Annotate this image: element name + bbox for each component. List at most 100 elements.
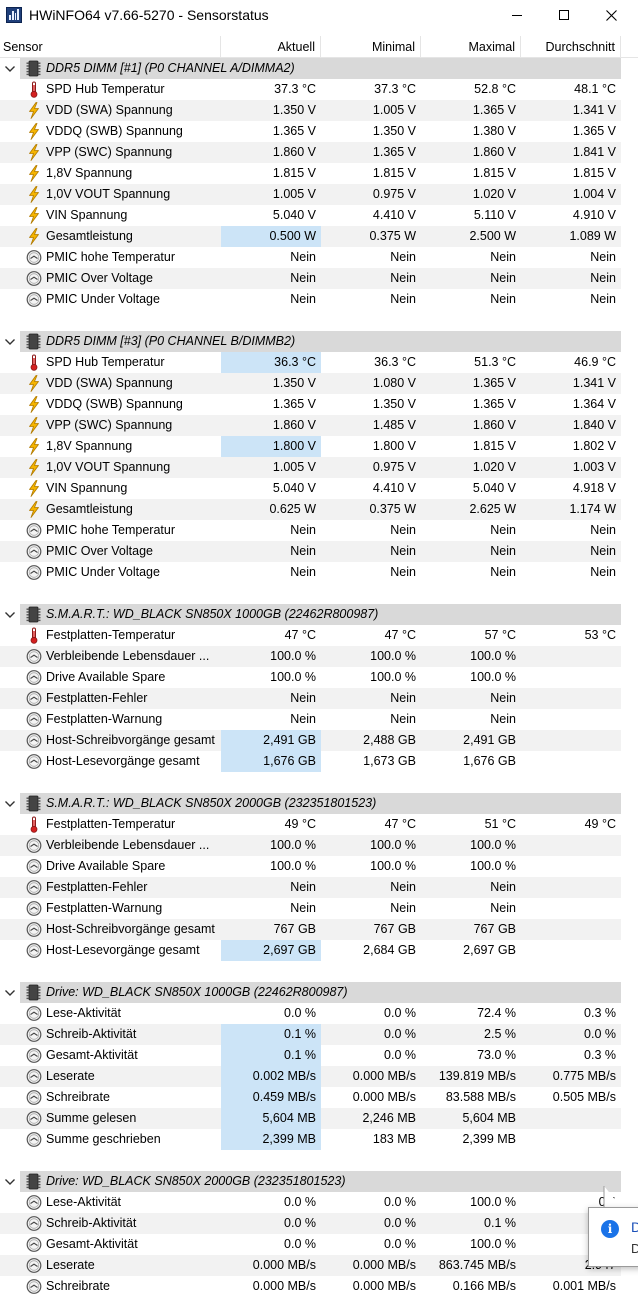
table-row[interactable]: VDD (SWA) Spannung 1.350 V 1.005 V 1.365 V 1… (0, 100, 638, 121)
sensor-name: 1,8V Spannung (46, 439, 133, 453)
table-row[interactable]: Schreibrate 0.459 MB/s 0.000 MB/s 83.588 MB… (0, 1087, 638, 1108)
table-row[interactable]: PMIC hohe Temperatur Nein Nein Nein Nein (0, 247, 638, 268)
current-value: 36.3 °C (221, 352, 321, 373)
memory-chip-icon (26, 984, 41, 1001)
maximize-button[interactable] (541, 0, 587, 30)
table-row[interactable]: Summe geschrieben 2,399 MB 183 MB 2,399 MB (0, 1129, 638, 1150)
sensor-name: VPP (SWC) Spannung (46, 418, 173, 432)
table-row[interactable]: Schreib-Aktivität 0.1 % 0.0 % 2.5 % 0.0 % (0, 1024, 638, 1045)
title-bar[interactable]: HWiNFO64 v7.66-5270 - Sensorstatus (0, 0, 638, 30)
table-row[interactable]: VIN Spannung 5.040 V 4.410 V 5.110 V 4.910 V (0, 205, 638, 226)
table-row[interactable]: Schreibrate 0.000 MB/s 0.000 MB/s 0.166 MB/… (0, 1276, 638, 1297)
table-row[interactable]: Festplatten-Warnung Nein Nein Nein (0, 898, 638, 919)
memory-chip-icon (26, 60, 41, 77)
min-value: Nein (390, 523, 416, 537)
sensor-group-header[interactable]: S.M.A.R.T.: WD_BLACK SN850X 1000GB (2246… (0, 604, 638, 625)
chevron-down-icon[interactable] (4, 799, 16, 809)
avg-value: 1.815 V (572, 166, 616, 180)
avg-value: Nein (590, 565, 616, 579)
min-value: 0.0 % (384, 1237, 416, 1251)
sensor-group-header[interactable]: S.M.A.R.T.: WD_BLACK SN850X 2000GB (2323… (0, 793, 638, 814)
table-row[interactable]: Verbleibende Lebensdauer ... 100.0 % 100.0… (0, 646, 638, 667)
table-row[interactable]: Host-Lesevorgänge gesamt 1,676 GB 1,673 GB… (0, 751, 638, 772)
table-row[interactable]: Gesamtleistung 0.625 W 0.375 W 2.625 W 1.174… (0, 499, 638, 520)
table-row[interactable]: Host-Schreibvorgänge gesamt 2,491 GB 2,488… (0, 730, 638, 751)
chevron-down-icon[interactable] (4, 64, 16, 74)
table-row[interactable]: PMIC Under Voltage Nein Nein Nein Nein (0, 289, 638, 310)
column-header-sensor[interactable]: Sensor (0, 36, 221, 58)
column-header-avg[interactable]: Durchschnitt (521, 36, 621, 58)
table-row[interactable]: Gesamtleistung 0.500 W 0.375 W 2.500 W 1.089… (0, 226, 638, 247)
table-row[interactable]: VPP (SWC) Spannung 1.860 V 1.365 V 1.860 V 1… (0, 142, 638, 163)
minimize-button[interactable] (494, 0, 540, 30)
table-row[interactable]: Festplatten-Warnung Nein Nein Nein (0, 709, 638, 730)
column-header-min[interactable]: Minimal (321, 36, 421, 58)
lightning-icon (29, 438, 39, 455)
max-value: 139.819 MB/s (438, 1069, 516, 1083)
max-value: 1.365 V (472, 103, 516, 117)
sensor-name: Schreibrate (46, 1279, 110, 1293)
table-row[interactable]: 1,8V Spannung 1.800 V 1.800 V 1.815 V 1.802 … (0, 436, 638, 457)
vertical-scrollbar[interactable] (621, 58, 638, 1300)
table-row[interactable]: SPD Hub Temperatur 37.3 °C 37.3 °C 52.8 °C 4… (0, 79, 638, 100)
close-button[interactable] (588, 0, 634, 30)
lightning-icon (29, 123, 39, 140)
chevron-down-icon[interactable] (4, 610, 16, 620)
gauge-icon (26, 880, 42, 895)
min-value: 4.410 V (372, 481, 416, 495)
table-row[interactable]: Leserate 0.002 MB/s 0.000 MB/s 139.819 MB/s… (0, 1066, 638, 1087)
min-value: 0.975 V (372, 460, 416, 474)
sensor-group-header[interactable]: Drive: WD_BLACK SN850X 1000GB (22462R800… (0, 982, 638, 1003)
chevron-down-icon[interactable] (4, 1177, 16, 1187)
avg-value: 49 °C (584, 817, 616, 831)
lightning-icon (29, 186, 39, 203)
gauge-icon (26, 1069, 42, 1084)
table-row[interactable]: Festplatten-Temperatur 47 °C 47 °C 57 °C 53 … (0, 625, 638, 646)
table-row[interactable]: Gesamt-Aktivität 0.1 % 0.0 % 73.0 % 0.3 % (0, 1045, 638, 1066)
table-row[interactable]: Festplatten-Temperatur 49 °C 47 °C 51 °C 49 … (0, 814, 638, 835)
table-row[interactable]: Schreib-Aktivität0.0 %0.0 %0.1 %0 (0, 1213, 638, 1234)
table-row[interactable]: Verbleibende Lebensdauer ... 100.0 % 100.0… (0, 835, 638, 856)
column-header-current[interactable]: Aktuell (221, 36, 321, 58)
chevron-down-icon[interactable] (4, 337, 16, 347)
chevron-down-icon[interactable] (4, 988, 16, 998)
table-row[interactable]: 1,8V Spannung 1.815 V 1.815 V 1.815 V 1.815 … (0, 163, 638, 184)
table-row[interactable]: Drive Available Spare 100.0 % 100.0 % 100.0… (0, 856, 638, 877)
memory-chip-icon (26, 606, 41, 623)
table-row[interactable]: Gesamt-Aktivität0.0 %0.0 %100.0 %0 (0, 1234, 638, 1255)
table-row[interactable]: Leserate 0.000 MB/s 0.000 MB/s 863.745 MB/s… (0, 1255, 638, 1276)
table-row[interactable]: PMIC Under Voltage Nein Nein Nein Nein (0, 562, 638, 583)
sensor-group-header[interactable]: Drive: WD_BLACK SN850X 2000GB (232351801… (0, 1171, 638, 1192)
table-row[interactable]: VDD (SWA) Spannung 1.350 V 1.080 V 1.365 V 1… (0, 373, 638, 394)
max-value: Nein (490, 292, 516, 306)
table-row[interactable]: Summe gelesen 5,604 MB 2,246 MB 5,604 MB (0, 1108, 638, 1129)
column-header-max[interactable]: Maximal (421, 36, 521, 58)
table-row[interactable]: Lese-Aktivität0.0 %0.0 %100.0 %0.4 (0, 1192, 638, 1213)
table-row[interactable]: VDDQ (SWB) Spannung 1.365 V 1.350 V 1.365 V… (0, 394, 638, 415)
table-row[interactable]: Festplatten-Fehler Nein Nein Nein (0, 688, 638, 709)
avg-value: 1.089 W (569, 229, 616, 243)
table-row[interactable]: PMIC Over Voltage Nein Nein Nein Nein (0, 541, 638, 562)
max-value: 100.0 % (470, 838, 516, 852)
sensor-name: PMIC Over Voltage (46, 271, 153, 285)
table-row[interactable]: SPD Hub Temperatur 36.3 °C 36.3 °C 51.3 °C 4… (0, 352, 638, 373)
table-row[interactable]: Host-Lesevorgänge gesamt 2,697 GB 2,684 GB… (0, 940, 638, 961)
gauge-icon (26, 1027, 42, 1042)
table-row[interactable]: VPP (SWC) Spannung 1.860 V 1.485 V 1.860 V 1… (0, 415, 638, 436)
table-row[interactable]: Host-Schreibvorgänge gesamt 767 GB 767 GB 7… (0, 919, 638, 940)
avg-value: 1.004 V (572, 187, 616, 201)
table-row[interactable]: Festplatten-Fehler Nein Nein Nein (0, 877, 638, 898)
table-row[interactable]: Drive Available Spare 100.0 % 100.0 % 100.0… (0, 667, 638, 688)
sensor-name: Host-Lesevorgänge gesamt (46, 754, 200, 768)
sensor-group-header[interactable]: DDR5 DIMM [#1] (P0 CHANNEL A/DIMMA2) (0, 58, 638, 79)
table-row[interactable]: Lese-Aktivität 0.0 % 0.0 % 72.4 % 0.3 % (0, 1003, 638, 1024)
table-row[interactable]: 1,0V VOUT Spannung 1.005 V 0.975 V 1.020 V 1… (0, 184, 638, 205)
table-row[interactable]: PMIC Over Voltage Nein Nein Nein Nein (0, 268, 638, 289)
table-row[interactable]: 1,0V VOUT Spannung 1.005 V 0.975 V 1.020 V 1… (0, 457, 638, 478)
table-row[interactable]: PMIC hohe Temperatur Nein Nein Nein Nein (0, 520, 638, 541)
notification-tooltip[interactable]: i D D (588, 1207, 638, 1267)
current-value: 1.860 V (272, 418, 316, 432)
table-row[interactable]: VIN Spannung 5.040 V 4.410 V 5.040 V 4.918 V (0, 478, 638, 499)
sensor-group-header[interactable]: DDR5 DIMM [#3] (P0 CHANNEL B/DIMMB2) (0, 331, 638, 352)
table-row[interactable]: VDDQ (SWB) Spannung 1.365 V 1.350 V 1.380 V… (0, 121, 638, 142)
